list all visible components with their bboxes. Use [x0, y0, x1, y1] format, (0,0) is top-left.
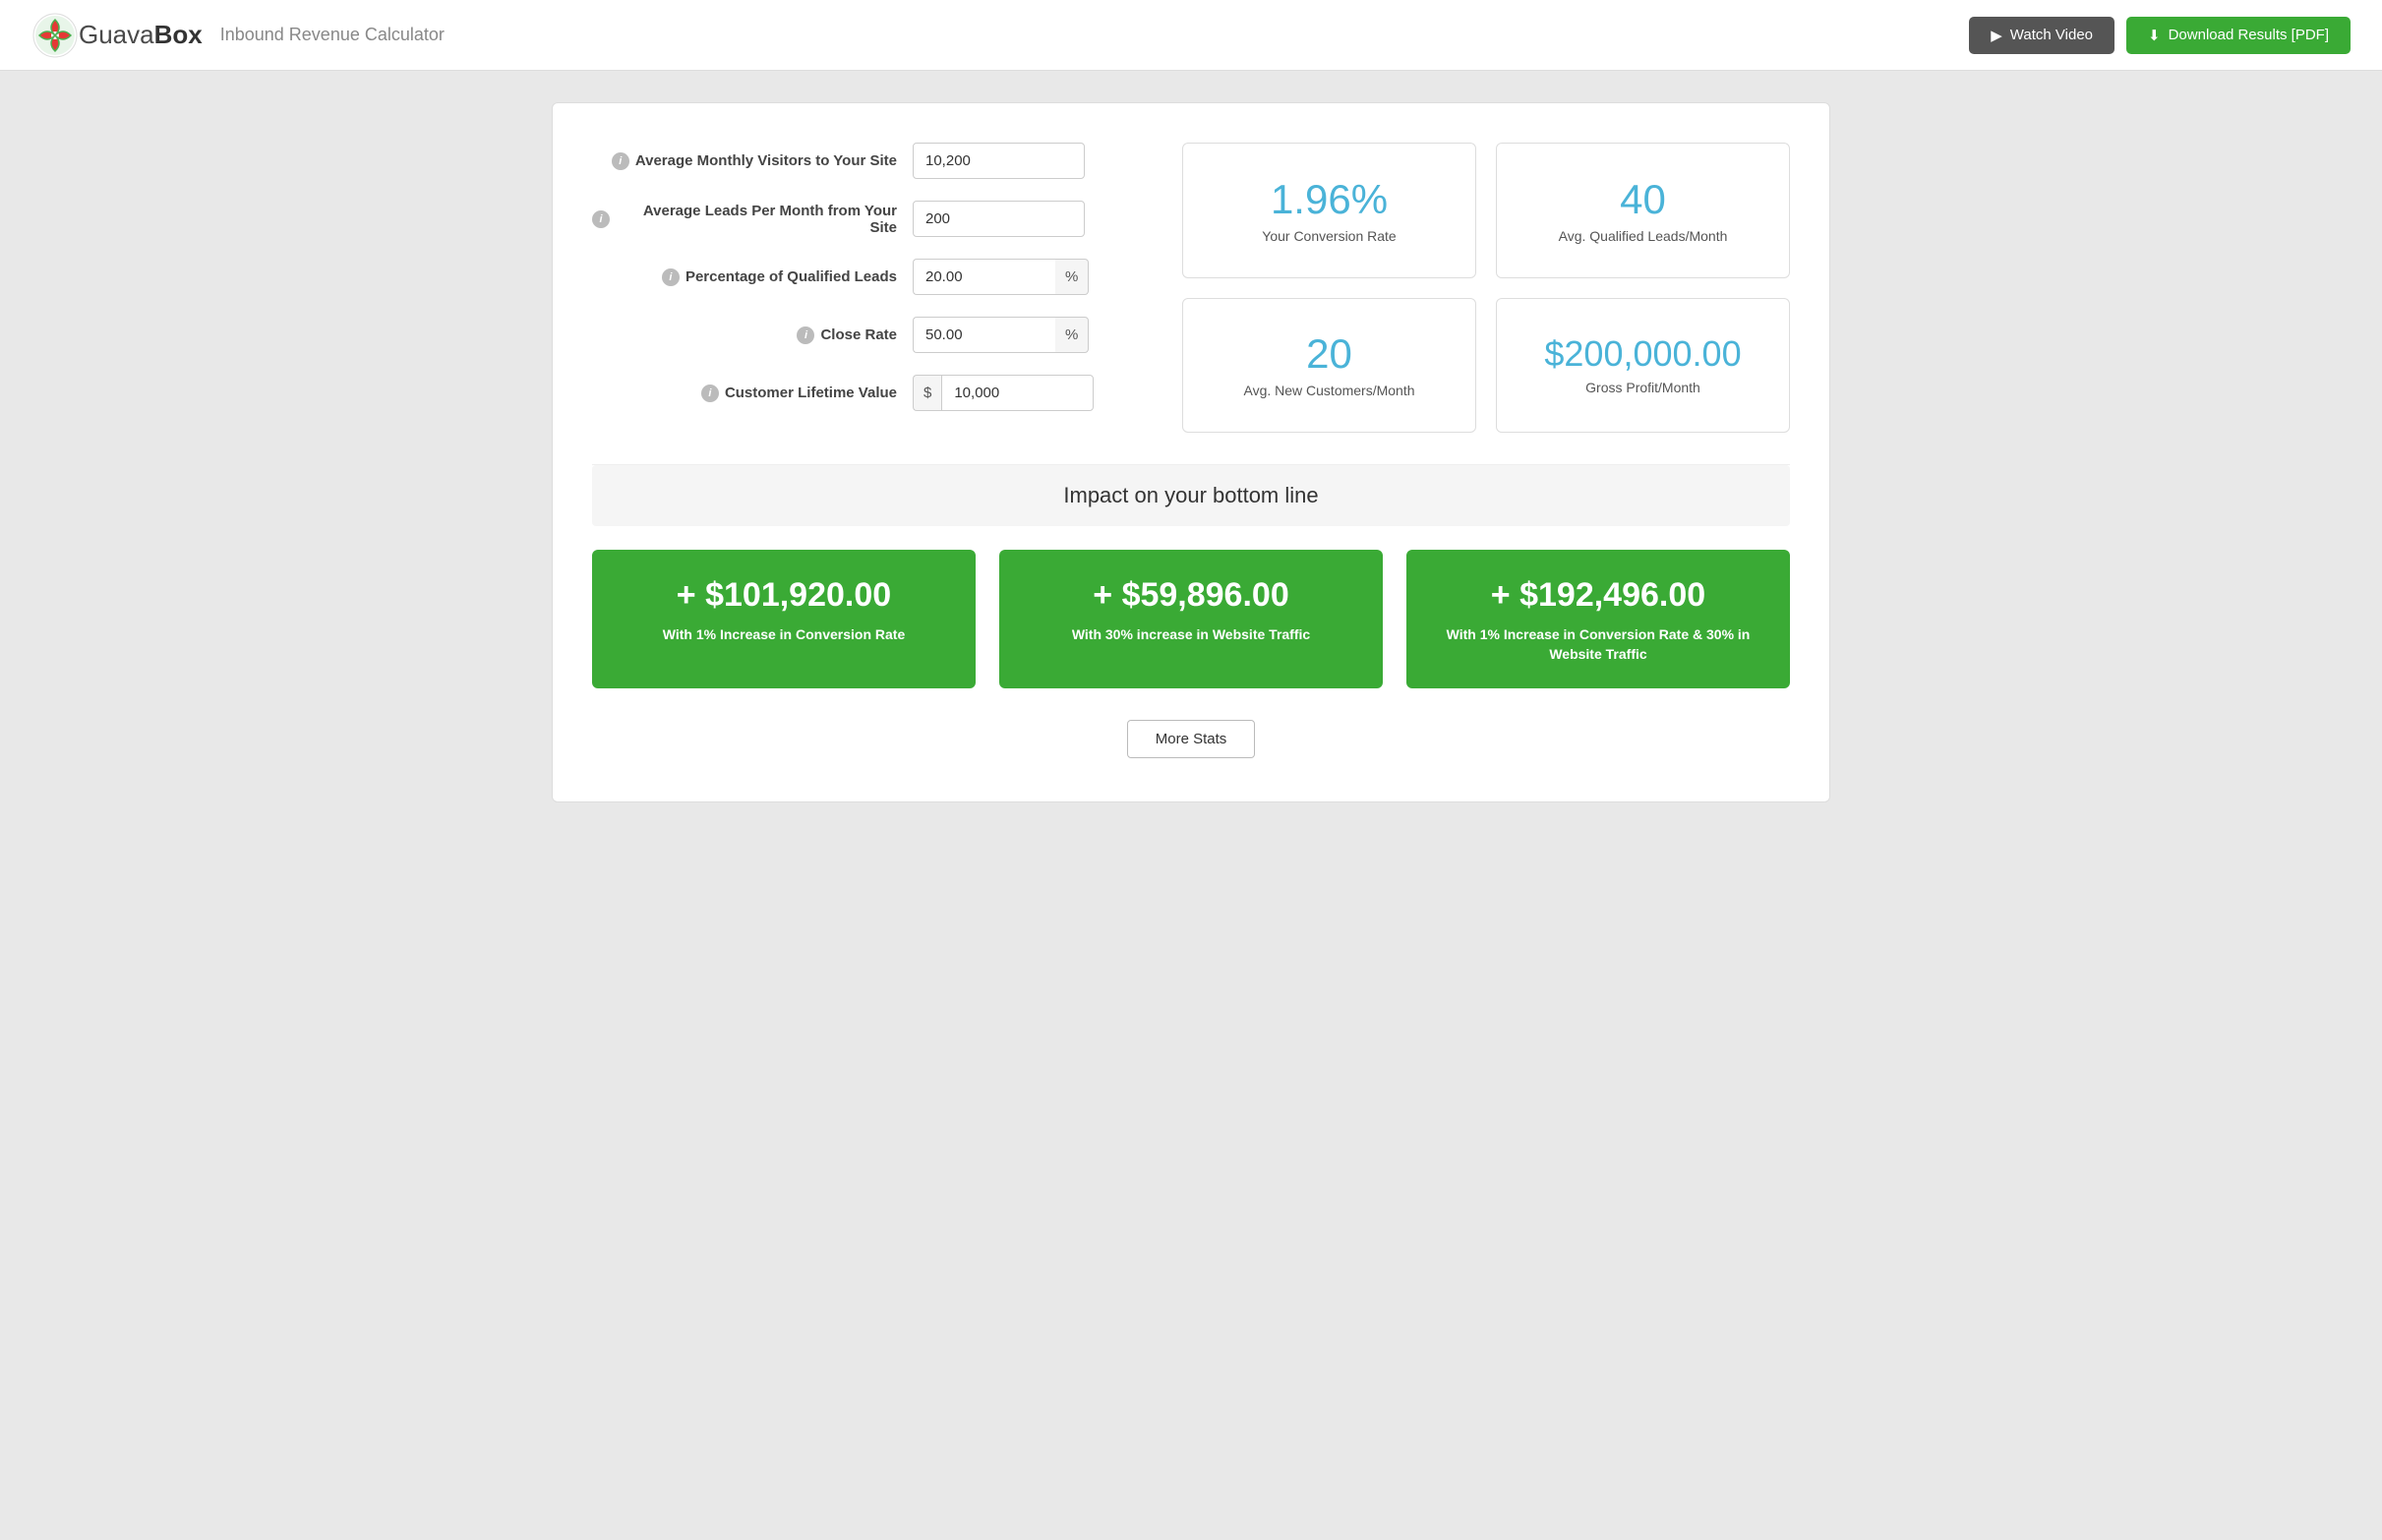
more-stats-wrap: More Stats [592, 720, 1790, 766]
impact-cards: + $101,920.00 With 1% Increase in Conver… [592, 550, 1790, 688]
lifetime-value-prefix: $ [913, 375, 941, 411]
watch-video-button[interactable]: ▶ Watch Video [1969, 17, 2114, 54]
conversion-rate-impact-card: + $101,920.00 With 1% Increase in Conver… [592, 550, 976, 688]
brand-name: GuavaBox [79, 20, 203, 50]
qualified-leads-input-wrap: % [913, 259, 1089, 295]
conversion-rate-impact-value: + $101,920.00 [612, 577, 956, 614]
calculator-card: i Average Monthly Visitors to Your Site … [552, 102, 1830, 802]
gross-profit-stat: $200,000.00 Gross Profit/Month [1496, 298, 1790, 434]
lifetime-value-row: i Customer Lifetime Value $ [592, 375, 1143, 411]
download-icon: ⬇ [2148, 27, 2161, 44]
monthly-leads-row: i Average Leads Per Month from Your Site [592, 201, 1143, 237]
close-rate-suffix: % [1055, 317, 1089, 353]
page-subtitle: Inbound Revenue Calculator [220, 25, 445, 45]
new-customers-stat: 20 Avg. New Customers/Month [1182, 298, 1476, 434]
qualified-leads-label: i Percentage of Qualified Leads [592, 268, 897, 286]
close-rate-input-wrap: % [913, 317, 1089, 353]
qualified-leads-suffix: % [1055, 259, 1089, 295]
qualified-leads-month-stat: 40 Avg. Qualified Leads/Month [1496, 143, 1790, 278]
conversion-rate-stat: 1.96% Your Conversion Rate [1182, 143, 1476, 278]
header-right: ▶ Watch Video ⬇ Download Results [PDF] [1969, 17, 2351, 54]
gross-profit-value: $200,000.00 [1544, 334, 1741, 374]
new-customers-label: Avg. New Customers/Month [1243, 383, 1414, 398]
play-icon: ▶ [1991, 27, 2002, 44]
monthly-visitors-input-wrap [913, 143, 1085, 179]
impact-section: Impact on your bottom line + $101,920.00… [592, 464, 1790, 766]
monthly-leads-input-wrap [913, 201, 1085, 237]
monthly-leads-input[interactable] [913, 201, 1085, 237]
monthly-leads-info-icon[interactable]: i [592, 210, 610, 228]
qualified-leads-month-label: Avg. Qualified Leads/Month [1559, 228, 1728, 244]
download-label: Download Results [PDF] [2169, 27, 2329, 43]
conversion-rate-label: Your Conversion Rate [1262, 228, 1396, 244]
lifetime-value-input-wrap: $ [913, 375, 1094, 411]
combined-impact-value: + $192,496.00 [1426, 577, 1770, 614]
monthly-visitors-label: i Average Monthly Visitors to Your Site [592, 152, 897, 170]
monthly-leads-label: i Average Leads Per Month from Your Site [592, 203, 897, 236]
traffic-impact-value: + $59,896.00 [1019, 577, 1363, 614]
inputs-area: i Average Monthly Visitors to Your Site … [592, 143, 1143, 433]
qualified-leads-info-icon[interactable]: i [662, 268, 680, 286]
combined-impact-desc: With 1% Increase in Conversion Rate & 30… [1426, 625, 1770, 664]
conversion-rate-value: 1.96% [1271, 177, 1388, 222]
close-rate-input[interactable] [913, 317, 1055, 353]
combined-impact-card: + $192,496.00 With 1% Increase in Conver… [1406, 550, 1790, 688]
watch-video-label: Watch Video [2010, 27, 2093, 43]
new-customers-value: 20 [1306, 331, 1352, 377]
close-rate-info-icon[interactable]: i [797, 326, 814, 344]
conversion-rate-impact-desc: With 1% Increase in Conversion Rate [612, 625, 956, 645]
qualified-leads-input[interactable] [913, 259, 1055, 295]
logo: GuavaBox [31, 12, 203, 59]
qualified-leads-row: i Percentage of Qualified Leads % [592, 259, 1143, 295]
monthly-visitors-info-icon[interactable]: i [612, 152, 629, 170]
download-results-button[interactable]: ⬇ Download Results [PDF] [2126, 17, 2351, 54]
impact-heading: Impact on your bottom line [592, 465, 1790, 526]
qualified-leads-month-value: 40 [1620, 177, 1666, 222]
monthly-visitors-row: i Average Monthly Visitors to Your Site [592, 143, 1143, 179]
close-rate-row: i Close Rate % [592, 317, 1143, 353]
traffic-impact-desc: With 30% increase in Website Traffic [1019, 625, 1363, 645]
more-stats-button[interactable]: More Stats [1127, 720, 1256, 758]
stats-area: 1.96% Your Conversion Rate 40 Avg. Quali… [1182, 143, 1790, 433]
close-rate-label: i Close Rate [592, 326, 897, 344]
header: GuavaBox Inbound Revenue Calculator ▶ Wa… [0, 0, 2382, 71]
lifetime-value-input[interactable] [941, 375, 1094, 411]
monthly-visitors-input[interactable] [913, 143, 1085, 179]
traffic-impact-card: + $59,896.00 With 30% increase in Websit… [999, 550, 1383, 688]
main-content: i Average Monthly Visitors to Your Site … [512, 71, 1870, 834]
lifetime-value-label: i Customer Lifetime Value [592, 385, 897, 402]
lifetime-value-info-icon[interactable]: i [701, 385, 719, 402]
guavabox-logo-icon [31, 12, 79, 59]
header-left: GuavaBox Inbound Revenue Calculator [31, 12, 445, 59]
gross-profit-label: Gross Profit/Month [1585, 380, 1700, 395]
top-section: i Average Monthly Visitors to Your Site … [592, 143, 1790, 433]
